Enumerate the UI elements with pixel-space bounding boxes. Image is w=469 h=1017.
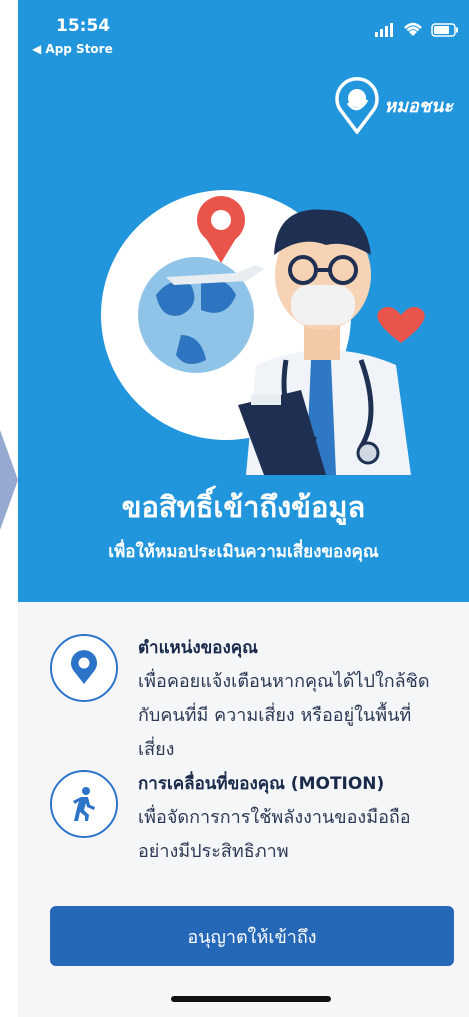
page-title: ขอสิทธิ์เข้าถึงข้อมูล: [121, 490, 366, 524]
logo-pin-icon: [335, 77, 380, 134]
permission-text: การเคลื่อนที่ของคุณ (MOTION) เพื่อจัดการ…: [138, 770, 411, 869]
description-line: อย่างมีประสิทธิภาพ: [138, 841, 289, 862]
location-pin-icon: [50, 634, 118, 702]
wifi-icon: [404, 22, 422, 36]
home-indicator: [171, 996, 331, 1002]
status-icons: [375, 22, 459, 37]
permission-text: ตำแหน่งของคุณ เพื่อคอยแจ้งเตือนหากคุณได้…: [138, 634, 430, 767]
permission-description: เพื่อจัดการการใช้พลังงานของมือถือ อย่างม…: [138, 801, 411, 869]
description-line: เสี่ยง: [138, 739, 175, 760]
signal-icon: [375, 22, 393, 37]
status-bar: 15:54 ◀ App Store: [18, 0, 469, 60]
phone-screen: 15:54 ◀ App Store หมอชนะ ขอสิทธิ์เข้าถึง…: [18, 0, 469, 1017]
permission-item-location: ตำแหน่งของคุณ เพื่อคอยแจ้งเตือนหากคุณได้…: [50, 634, 450, 767]
description-line: เพื่อจัดการการใช้พลังงานของมือถือ: [138, 807, 411, 828]
doctor-illustration: [101, 190, 425, 475]
permission-title: ตำแหน่งของคุณ: [138, 638, 258, 658]
battery-icon: [431, 22, 458, 37]
app-logo: หมอชนะ: [334, 76, 453, 134]
previous-page-arrow: [0, 430, 18, 530]
description-line: กับคนที่มี ความเสี่ยง หรืออยู่ในพื้นที่: [138, 705, 412, 726]
back-to-app-store-link[interactable]: ◀ App Store: [32, 42, 113, 56]
permission-title: การเคลื่อนที่ของคุณ (MOTION): [138, 774, 385, 794]
hero-section: 15:54 ◀ App Store หมอชนะ ขอสิทธิ์เข้าถึง…: [18, 0, 469, 602]
permission-description: เพื่อคอยแจ้งเตือนหากคุณได้ไปใกล้ชิด กับค…: [138, 665, 430, 767]
permission-item-motion: การเคลื่อนที่ของคุณ (MOTION) เพื่อจัดการ…: [50, 770, 450, 869]
walking-person-icon: [50, 770, 118, 838]
logo-text: หมอชนะ: [384, 95, 453, 117]
description-line: เพื่อคอยแจ้งเตือนหากคุณได้ไปใกล้ชิด: [138, 671, 430, 692]
page-subtitle: เพื่อให้หมอประเมินความเสี่ยงของคุณ: [108, 542, 379, 562]
allow-access-button[interactable]: อนุญาตให้เข้าถึง: [50, 906, 454, 966]
status-time: 15:54: [56, 16, 111, 36]
